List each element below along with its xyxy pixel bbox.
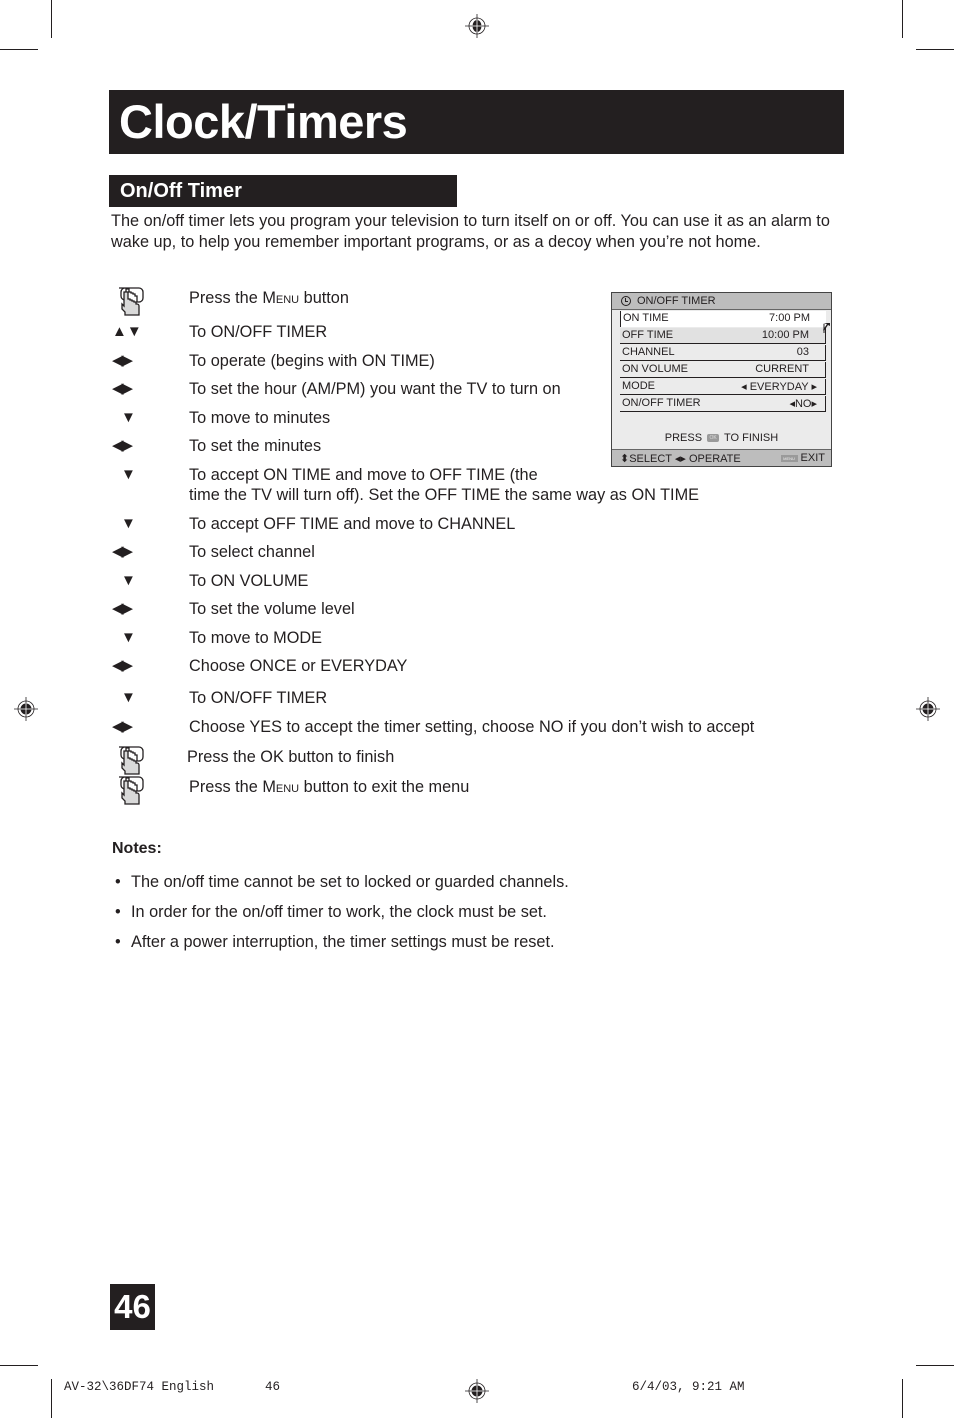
hand-press-icon (113, 773, 183, 805)
ok-button-icon: OK (707, 434, 720, 443)
crop-mark (916, 1365, 954, 1366)
osd-row-label: ON/OFF TIMER (622, 397, 701, 409)
down-arrow-icon: ▼ (121, 689, 136, 706)
osd-footer: ⬍SELECT ◂▸ OPERATE MENU EXIT (612, 449, 831, 466)
crop-mark (916, 49, 954, 50)
down-arrow-icon: ▼ (121, 515, 136, 532)
print-slug-date: 6/4/03, 9:21 AM (632, 1380, 745, 1394)
left-right-arrows-icon: ◀▶ (112, 543, 133, 560)
step-text: To set the volume level (189, 600, 355, 618)
osd-title: ON/OFF TIMER (637, 295, 716, 307)
step-text: Press the OK button to finish (187, 748, 395, 766)
step-text: To select channel (189, 543, 315, 561)
osd-header: ON/OFF TIMER (612, 293, 831, 310)
note-item: • After a power interruption, the timer s… (115, 933, 555, 951)
registration-mark-icon (916, 697, 940, 721)
registration-mark-icon (465, 14, 489, 38)
cursor-arrow-icon (823, 323, 830, 333)
osd-row: CHANNEL 03 (620, 345, 826, 361)
down-arrow-icon: ▼ (121, 572, 136, 589)
osd-row: ON VOLUME CURRENT (620, 362, 826, 378)
registration-mark-icon (465, 1379, 489, 1403)
step-text: To ON VOLUME (189, 572, 309, 590)
left-right-arrows-icon: ◀▶ (112, 718, 133, 735)
crop-mark (902, 1379, 903, 1418)
clock-icon (621, 296, 631, 306)
hand-press-icon (113, 743, 183, 775)
section-title-bar: On/Off Timer (109, 175, 457, 207)
osd-row-value: 10:00 PM (761, 329, 809, 341)
osd-finish-hint: PRESS OK TO FINISH (664, 432, 779, 444)
down-arrow-icon: ▼ (121, 629, 136, 646)
up-down-arrows-icon: ▲▼ (112, 323, 142, 340)
step-text: Press the Menu button to exit the menu (189, 778, 470, 796)
osd-row-value: ◂ EVERYDAY ▸ (741, 381, 817, 393)
step-text: To move to MODE (189, 629, 322, 647)
left-right-arrows-icon: ◀▶ (112, 657, 133, 674)
left-right-arrows-icon: ◀▶ (112, 600, 133, 617)
step-text: To accept OFF TIME and move to CHANNEL (189, 515, 516, 533)
osd-exit-hint: MENU EXIT (780, 452, 825, 464)
osd-row-value: CURRENT (755, 363, 809, 375)
osd-row: ON/OFF TIMER ◂NO▸ (620, 396, 826, 412)
chapter-title: Clock/Timers (119, 95, 408, 148)
print-slug-page: 46 (265, 1380, 281, 1394)
crop-mark (902, 0, 903, 38)
step-text: Choose ONCE or EVERYDAY (189, 657, 408, 675)
osd-menu-screen: ON/OFF TIMER ON TIME 7:00 PM OFF TIME 10:00… (611, 292, 832, 467)
osd-row-label: MODE (622, 380, 655, 392)
intro-paragraph: The on/off timer lets you program your t… (111, 212, 830, 251)
left-right-arrows-icon: ◀▶ (112, 352, 133, 369)
osd-row-value: ◂NO▸ (789, 398, 817, 410)
osd-row-value: 7:00 PM (769, 312, 810, 324)
registration-mark-icon (14, 697, 38, 721)
section-title: On/Off Timer (120, 180, 242, 202)
menu-button-icon: MENU (780, 454, 798, 462)
crop-mark (0, 49, 38, 50)
step-text: To accept ON TIME and move to OFF TIME (… (189, 466, 700, 504)
osd-row-value: 03 (796, 346, 809, 358)
osd-row-label: ON TIME (623, 312, 669, 324)
note-item: • The on/off time cannot be set to locked… (115, 873, 569, 891)
osd-row: MODE ◂ EVERYDAY ▸ (620, 379, 826, 395)
left-right-arrows-icon: ◀▶ (112, 380, 133, 397)
notes-title: Notes: (112, 840, 162, 857)
step-text: Choose YES to accept the timer setting, … (189, 718, 755, 736)
slug-file: AV-32\36DF74 English (64, 1380, 215, 1394)
down-arrow-icon: ▼ (121, 466, 136, 483)
osd-row: OFF TIME 10:00 PM (620, 328, 826, 344)
osd-row: ON TIME 7:00 PM (620, 311, 826, 327)
left-right-arrows-icon: ◀▶ (112, 437, 133, 454)
osd-row-label: CHANNEL (622, 346, 675, 358)
osd-row-label: OFF TIME (622, 329, 674, 341)
osd-select-operate-hint: ⬍SELECT ◂▸ OPERATE (620, 453, 741, 465)
hand-press-icon (113, 284, 183, 316)
bullet-icon: • (115, 903, 121, 921)
chapter-title-bar: Clock/Timers (109, 90, 844, 154)
print-slug: AV-32\36DF74 English (64, 1380, 214, 1394)
osd-row-label: ON VOLUME (622, 363, 689, 375)
crop-mark (51, 0, 52, 38)
bullet-icon: • (115, 933, 121, 951)
down-arrow-icon: ▼ (121, 409, 136, 426)
note-item: • In order for the on/off timer to work, … (115, 903, 547, 921)
page-number-badge: 46 (110, 1284, 155, 1330)
step-text: To ON/OFF TIMER (189, 689, 328, 707)
crop-mark (0, 1365, 38, 1366)
bullet-icon: • (115, 873, 121, 891)
crop-mark (51, 1379, 52, 1418)
